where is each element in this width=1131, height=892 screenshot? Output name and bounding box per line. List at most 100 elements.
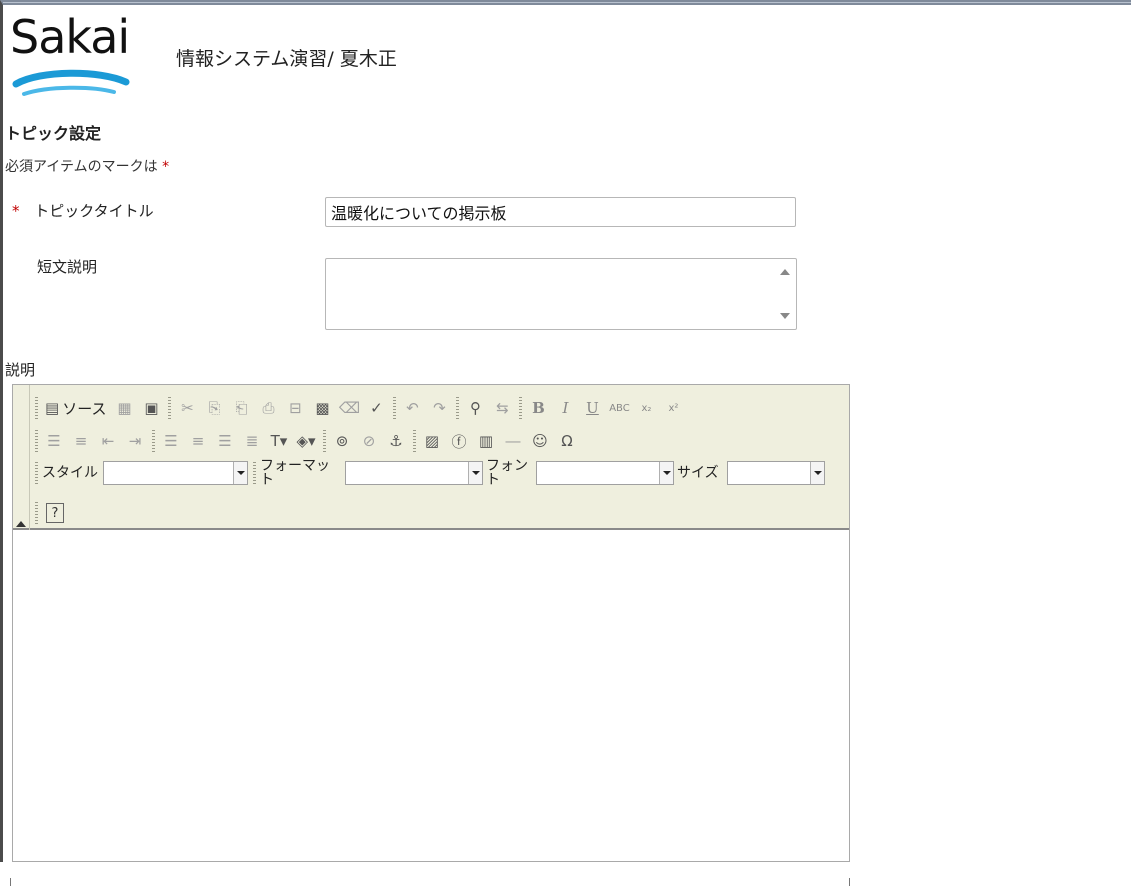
- scroll-down-icon[interactable]: [780, 313, 790, 319]
- paste-word-icon[interactable]: ⎙: [256, 396, 280, 420]
- page-bottom: [0, 862, 1131, 892]
- replace-icon[interactable]: ⇆: [490, 396, 514, 420]
- chevron-down-icon[interactable]: [659, 462, 673, 484]
- editor-edge-left: [10, 878, 11, 886]
- toolbar-row-1: ▤ ソース ▦ ▣ ✂ ⎘ ⎗ ⎙ ⊟ ▩ ⌫ ✓ ↶ ↷ ⚲ ⇆ B I U A…: [33, 393, 688, 423]
- subscript-icon[interactable]: x₂: [634, 396, 658, 420]
- toolbar-separator: [253, 462, 256, 484]
- toolbar-separator: [152, 430, 155, 452]
- toolbar-separator: [519, 397, 523, 419]
- undo-icon[interactable]: ↶: [400, 396, 424, 420]
- topic-title-label: * トピックタイトル: [12, 200, 154, 221]
- paste-icon[interactable]: ▣: [139, 396, 163, 420]
- cut-icon[interactable]: ✂: [175, 396, 199, 420]
- horizontal-rule-icon[interactable]: ―: [501, 429, 525, 453]
- font-label: フォント: [486, 458, 528, 488]
- style-select[interactable]: [103, 461, 248, 485]
- topic-title-input[interactable]: [325, 197, 796, 227]
- indent-icon[interactable]: ⇥: [123, 429, 147, 453]
- template-icon[interactable]: ▦: [112, 396, 136, 420]
- toolbar-collapse[interactable]: [13, 385, 30, 530]
- superscript-icon[interactable]: x²: [661, 396, 685, 420]
- print-icon[interactable]: ⊟: [283, 396, 307, 420]
- sakai-logo[interactable]: Sakai: [10, 10, 156, 100]
- editor-toolbar: ▤ ソース ▦ ▣ ✂ ⎘ ⎗ ⎙ ⊟ ▩ ⌫ ✓ ↶ ↷ ⚲ ⇆ B I U A…: [13, 385, 849, 530]
- strike-icon[interactable]: ABC: [607, 396, 631, 420]
- toolbar-separator: [35, 397, 38, 419]
- editor-body[interactable]: [13, 532, 849, 861]
- description-label: 説明: [5, 361, 36, 379]
- toolbar-separator: [35, 430, 38, 452]
- underline-icon[interactable]: U: [580, 396, 604, 420]
- find-icon[interactable]: ⚲: [463, 396, 487, 420]
- required-note-text: 必須アイテムのマークは: [5, 159, 158, 175]
- toolbar-separator: [456, 397, 460, 419]
- toolbar-separator: [35, 462, 38, 484]
- textarea-scrollbar[interactable]: [778, 263, 794, 325]
- align-justify-icon[interactable]: ≣: [240, 429, 264, 453]
- size-select-value: [728, 462, 810, 484]
- outdent-icon[interactable]: ⇤: [96, 429, 120, 453]
- source-label: ソース: [62, 399, 107, 418]
- link-icon[interactable]: ⊚: [330, 429, 354, 453]
- rich-text-editor[interactable]: ▤ ソース ▦ ▣ ✂ ⎘ ⎗ ⎙ ⊟ ▩ ⌫ ✓ ↶ ↷ ⚲ ⇆ B I U A…: [12, 384, 850, 862]
- redo-icon[interactable]: ↷: [427, 396, 451, 420]
- short-desc-label: 短文説明: [37, 258, 98, 276]
- style-select-value: [104, 462, 233, 484]
- toolbar-row-4: ?: [33, 498, 67, 528]
- spellcheck-icon[interactable]: ✓: [364, 396, 388, 420]
- size-select[interactable]: [727, 461, 825, 485]
- logo-text: Sakai: [10, 10, 130, 64]
- format-select[interactable]: [345, 461, 483, 485]
- section-title: トピック設定: [5, 124, 102, 143]
- special-char-icon[interactable]: Ω: [555, 429, 579, 453]
- italic-icon[interactable]: I: [553, 396, 577, 420]
- copy-icon[interactable]: ⎘: [202, 396, 226, 420]
- table-icon[interactable]: ▥: [474, 429, 498, 453]
- collapse-arrow-icon[interactable]: [16, 521, 26, 527]
- short-desc-textarea[interactable]: [325, 258, 797, 330]
- logo-swoosh-icon: [12, 69, 130, 96]
- style-label: スタイル: [42, 465, 98, 481]
- required-star: *: [12, 202, 20, 220]
- site-title: 情報システム演習/ 夏木正: [176, 48, 397, 70]
- bold-icon[interactable]: B: [526, 396, 550, 420]
- source-icon: ▤: [45, 399, 60, 417]
- text-color-icon[interactable]: T▾: [267, 429, 291, 453]
- format-select-value: [346, 462, 468, 484]
- editor-edge-right: [849, 878, 850, 886]
- format-label: フォーマット: [260, 458, 330, 488]
- remove-format-icon[interactable]: ⌫: [337, 396, 361, 420]
- unordered-list-icon[interactable]: ≡: [69, 429, 93, 453]
- paste-text-icon[interactable]: ⎗: [229, 396, 253, 420]
- scroll-up-icon[interactable]: [780, 269, 790, 275]
- select-all-icon[interactable]: ▩: [310, 396, 334, 420]
- ordered-list-icon[interactable]: ☰: [42, 429, 66, 453]
- align-left-icon[interactable]: ☰: [159, 429, 183, 453]
- required-note: 必須アイテムのマークは *: [5, 156, 169, 176]
- chevron-down-icon[interactable]: [233, 462, 247, 484]
- topic-title-label-text: トピックタイトル: [34, 202, 154, 220]
- chevron-down-icon[interactable]: [810, 462, 824, 484]
- unlink-icon[interactable]: ⊘: [357, 429, 381, 453]
- toolbar-separator: [35, 502, 38, 524]
- toolbar-separator: [323, 430, 326, 452]
- toolbar-row-2: ☰ ≡ ⇤ ⇥ ☰ ≡ ☰ ≣ T▾ ◈▾ ⊚ ⊘ ⚓ ▨ ⓕ ▥ ― ☺ Ω: [33, 426, 582, 456]
- toolbar-separator: [168, 397, 172, 419]
- toolbar-separator: [393, 397, 397, 419]
- smiley-icon[interactable]: ☺: [528, 429, 552, 453]
- source-button[interactable]: ▤ ソース: [42, 396, 109, 420]
- bg-color-icon[interactable]: ◈▾: [294, 429, 318, 453]
- font-select-value: [537, 462, 659, 484]
- image-icon[interactable]: ▨: [420, 429, 444, 453]
- align-right-icon[interactable]: ☰: [213, 429, 237, 453]
- toolbar-separator: [413, 430, 416, 452]
- align-center-icon[interactable]: ≡: [186, 429, 210, 453]
- size-label: サイズ: [677, 465, 719, 481]
- anchor-icon[interactable]: ⚓: [384, 429, 408, 453]
- help-icon[interactable]: ?: [46, 503, 64, 523]
- flash-icon[interactable]: ⓕ: [447, 429, 471, 453]
- font-select[interactable]: [536, 461, 674, 485]
- toolbar-row-3: スタイル フォーマット フォント サイズ: [33, 458, 828, 488]
- chevron-down-icon[interactable]: [468, 462, 482, 484]
